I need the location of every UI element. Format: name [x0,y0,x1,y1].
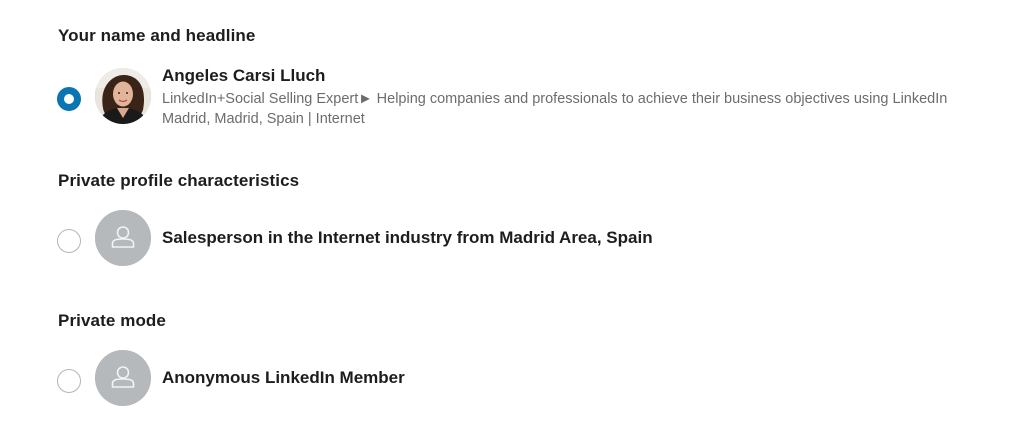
section-title-name-headline: Your name and headline [58,26,256,45]
option-private-characteristics[interactable]: Salesperson in the Internet industry fro… [56,209,1016,267]
person-silhouette-icon [95,210,151,266]
section-title-private-mode: Private mode [58,311,166,330]
option-text: Anonymous LinkedIn Member [162,368,405,388]
section-title-private-characteristics: Private profile characteristics [58,171,300,190]
option-text: Salesperson in the Internet industry fro… [162,228,653,248]
option-text: Angeles Carsi Lluch LinkedIn+Social Sell… [162,66,947,129]
option-private-mode[interactable]: Anonymous LinkedIn Member [56,349,1016,407]
radio-private-mode[interactable] [57,369,81,393]
radio-private-characteristics[interactable] [57,229,81,253]
private-characteristics-label: Salesperson in the Internet industry fro… [162,228,653,247]
option-name-headline[interactable]: Angeles Carsi Lluch LinkedIn+Social Sell… [56,66,1016,130]
member-name: Angeles Carsi Lluch [162,66,326,85]
person-silhouette-icon [95,350,151,406]
radio-name-headline[interactable] [57,87,81,111]
profile-viewing-options: Your name and headline Angeles Carsi Llu… [0,0,1032,430]
member-headline: LinkedIn+Social Selling Expert► Helping … [162,91,948,107]
private-mode-label: Anonymous LinkedIn Member [162,368,405,387]
profile-photo [95,68,151,124]
member-location: Madrid, Madrid, Spain | Internet [162,111,365,127]
